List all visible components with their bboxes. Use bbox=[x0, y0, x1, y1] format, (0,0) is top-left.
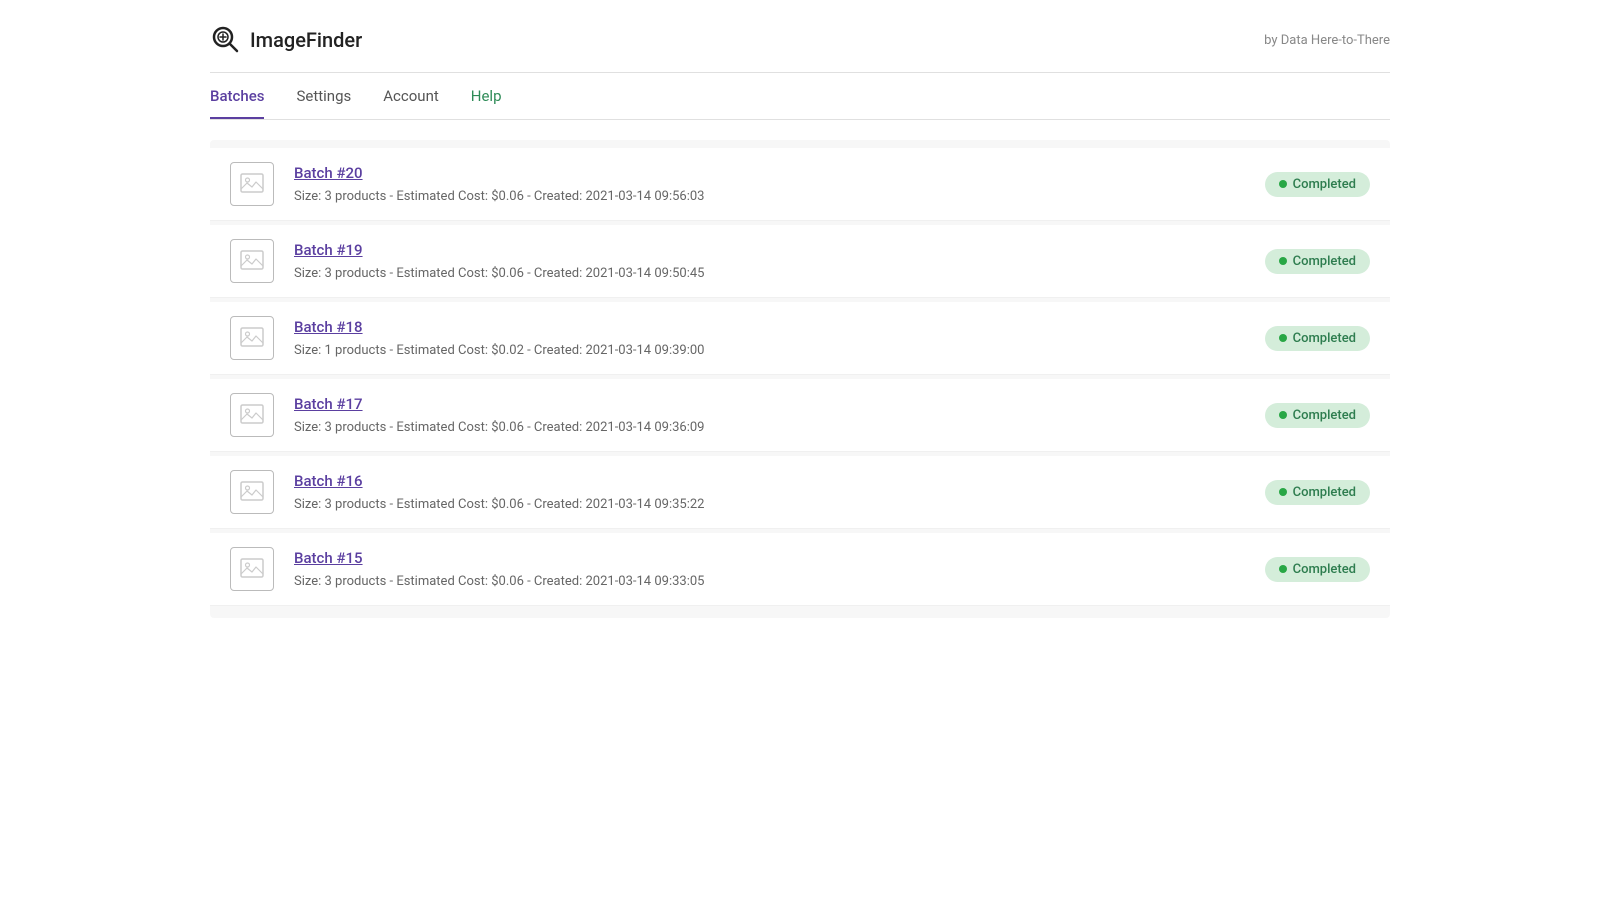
status-label: Completed bbox=[1293, 331, 1356, 346]
batch-item: Batch #17 Size: 3 products - Estimated C… bbox=[210, 379, 1390, 452]
status-label: Completed bbox=[1293, 254, 1356, 269]
batch-meta: Size: 3 products - Estimated Cost: $0.06… bbox=[294, 574, 704, 589]
status-dot-icon bbox=[1279, 334, 1287, 342]
batch-thumbnail-icon bbox=[230, 393, 274, 437]
batch-thumbnail-icon bbox=[230, 316, 274, 360]
batch-item: Batch #16 Size: 3 products - Estimated C… bbox=[210, 456, 1390, 529]
status-dot-icon bbox=[1279, 180, 1287, 188]
nav-bar: Batches Settings Account Help bbox=[0, 73, 1600, 119]
image-placeholder-icon bbox=[239, 479, 265, 505]
batch-meta: Size: 3 products - Estimated Cost: $0.06… bbox=[294, 266, 704, 281]
nav-settings[interactable]: Settings bbox=[296, 87, 351, 119]
batches-list: Batch #20 Size: 3 products - Estimated C… bbox=[210, 140, 1390, 618]
status-dot-icon bbox=[1279, 488, 1287, 496]
logo-area: ImageFinder bbox=[210, 24, 362, 56]
nav-help[interactable]: Help bbox=[471, 87, 502, 119]
batch-thumbnail-icon bbox=[230, 547, 274, 591]
image-placeholder-icon bbox=[239, 248, 265, 274]
main-content: Batch #20 Size: 3 products - Estimated C… bbox=[0, 120, 1600, 638]
batch-item: Batch #19 Size: 3 products - Estimated C… bbox=[210, 225, 1390, 298]
batch-info: Batch #16 Size: 3 products - Estimated C… bbox=[294, 472, 1265, 512]
status-dot-icon bbox=[1279, 411, 1287, 419]
batch-meta: Size: 3 products - Estimated Cost: $0.06… bbox=[294, 497, 704, 512]
batch-title[interactable]: Batch #16 bbox=[294, 472, 1265, 490]
batch-item: Batch #15 Size: 3 products - Estimated C… bbox=[210, 533, 1390, 606]
status-badge: Completed bbox=[1265, 172, 1370, 197]
image-placeholder-icon bbox=[239, 402, 265, 428]
batch-info: Batch #20 Size: 3 products - Estimated C… bbox=[294, 164, 1265, 204]
app-byline: by Data Here-to-There bbox=[1264, 33, 1390, 48]
batch-title[interactable]: Batch #20 bbox=[294, 164, 1265, 182]
status-badge: Completed bbox=[1265, 326, 1370, 351]
image-placeholder-icon bbox=[239, 556, 265, 582]
batch-title[interactable]: Batch #18 bbox=[294, 318, 1265, 336]
batch-title[interactable]: Batch #15 bbox=[294, 549, 1265, 567]
batch-thumbnail-icon bbox=[230, 239, 274, 283]
app-title: ImageFinder bbox=[250, 28, 362, 52]
batch-title[interactable]: Batch #17 bbox=[294, 395, 1265, 413]
status-label: Completed bbox=[1293, 562, 1356, 577]
batch-info: Batch #18 Size: 1 products - Estimated C… bbox=[294, 318, 1265, 358]
app-header: ImageFinder by Data Here-to-There bbox=[0, 0, 1600, 72]
batch-item: Batch #18 Size: 1 products - Estimated C… bbox=[210, 302, 1390, 375]
batch-meta: Size: 3 products - Estimated Cost: $0.06… bbox=[294, 420, 704, 435]
status-badge: Completed bbox=[1265, 557, 1370, 582]
batch-meta: Size: 1 products - Estimated Cost: $0.02… bbox=[294, 343, 704, 358]
status-label: Completed bbox=[1293, 408, 1356, 423]
nav-account[interactable]: Account bbox=[383, 87, 439, 119]
batch-info: Batch #19 Size: 3 products - Estimated C… bbox=[294, 241, 1265, 281]
status-dot-icon bbox=[1279, 565, 1287, 573]
nav-batches[interactable]: Batches bbox=[210, 87, 264, 119]
status-label: Completed bbox=[1293, 177, 1356, 192]
status-badge: Completed bbox=[1265, 249, 1370, 274]
status-label: Completed bbox=[1293, 485, 1356, 500]
batch-meta: Size: 3 products - Estimated Cost: $0.06… bbox=[294, 189, 704, 204]
batch-thumbnail-icon bbox=[230, 470, 274, 514]
image-placeholder-icon bbox=[239, 325, 265, 351]
logo-icon bbox=[210, 24, 242, 56]
image-placeholder-icon bbox=[239, 171, 265, 197]
batch-info: Batch #17 Size: 3 products - Estimated C… bbox=[294, 395, 1265, 435]
batch-title[interactable]: Batch #19 bbox=[294, 241, 1265, 259]
batch-item: Batch #20 Size: 3 products - Estimated C… bbox=[210, 148, 1390, 221]
status-dot-icon bbox=[1279, 257, 1287, 265]
status-badge: Completed bbox=[1265, 480, 1370, 505]
batch-thumbnail-icon bbox=[230, 162, 274, 206]
batch-info: Batch #15 Size: 3 products - Estimated C… bbox=[294, 549, 1265, 589]
status-badge: Completed bbox=[1265, 403, 1370, 428]
